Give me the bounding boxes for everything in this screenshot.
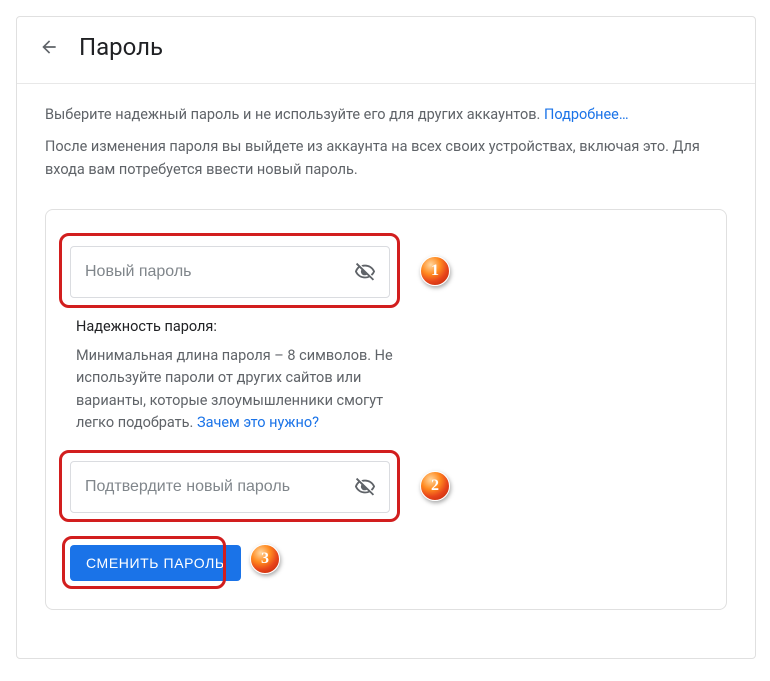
back-arrow-icon[interactable] [37, 35, 61, 59]
confirm-password-field-wrap: 2 [70, 461, 702, 513]
page-title: Пароль [79, 33, 163, 61]
page-card: Пароль Выберите надежный пароль и не исп… [16, 16, 756, 659]
learn-more-link[interactable]: Подробнее… [544, 106, 629, 123]
change-password-button[interactable]: СМЕНИТЬ ПАРОЛЬ [70, 545, 241, 581]
header: Пароль [17, 17, 755, 84]
submit-wrap: СМЕНИТЬ ПАРОЛЬ 3 [70, 545, 241, 581]
new-password-box [70, 246, 390, 298]
password-strength-block: Надежность пароля: Минимальная длина пар… [76, 316, 406, 434]
new-password-input[interactable] [85, 263, 351, 281]
confirm-password-input[interactable] [85, 478, 351, 496]
visibility-off-icon[interactable] [351, 473, 379, 501]
annotation-callout-2: 2 [420, 471, 450, 501]
intro-text: Выберите надежный пароль и не используйт… [17, 84, 755, 209]
form-card: 1 Надежность пароля: Минимальная длина п… [45, 209, 727, 609]
intro-line1: Выберите надежный пароль и не используйт… [45, 106, 544, 123]
new-password-field-wrap: 1 [70, 246, 702, 298]
annotation-callout-3: 3 [250, 544, 280, 574]
intro-line2: После изменения пароля вы выйдете из акк… [45, 136, 727, 181]
confirm-password-box [70, 461, 390, 513]
strength-title: Надежность пароля: [76, 316, 406, 338]
visibility-off-icon[interactable] [351, 258, 379, 286]
annotation-callout-1: 1 [420, 256, 450, 286]
why-link[interactable]: Зачем это нужно? [197, 414, 319, 431]
